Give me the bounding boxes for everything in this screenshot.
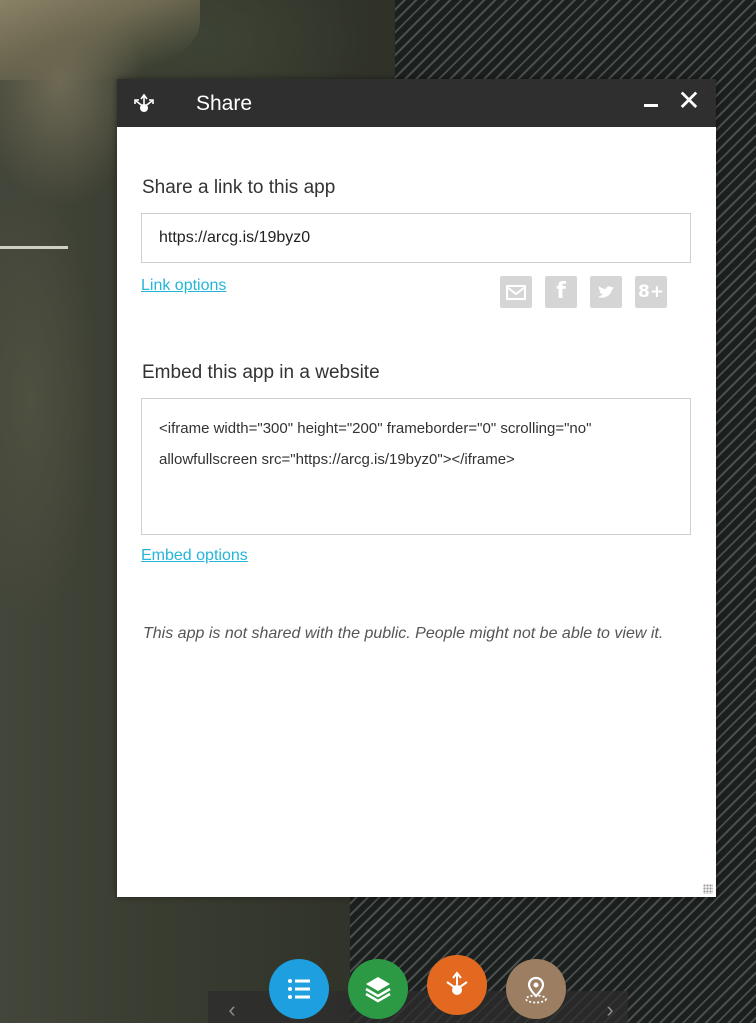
google-plus-icon: 8+ [637,282,665,302]
sharing-notice: This app is not shared with the public. … [143,625,664,642]
list-icon [288,979,310,999]
facebook-icon: f [556,279,566,304]
previous-page-button[interactable]: ‹ [222,997,242,1023]
link-options-link[interactable]: Link options [141,277,226,295]
embed-options-link[interactable]: Embed options [141,547,248,565]
panel-title: Share [196,92,253,115]
location-icon [525,976,547,1004]
close-button[interactable]: ✕ [676,87,702,115]
link-input-box [141,213,691,263]
pier-line [0,246,68,249]
email-icon [506,285,526,300]
next-page-button[interactable]: › [600,997,620,1023]
share-url-input[interactable] [159,214,659,262]
share-panel: Share ✕ Share a link to this app Link op… [117,79,716,897]
facebook-share-button[interactable]: f [545,276,577,308]
layers-icon [365,977,391,1003]
legend-button[interactable] [269,959,329,1019]
embed-code-text[interactable]: <iframe width="300" height="200" framebo… [159,413,674,475]
embed-heading: Embed this app in a website [142,362,380,383]
map-view[interactable]: Share ✕ Share a link to this app Link op… [0,0,756,1023]
embed-code-box[interactable]: <iframe width="300" height="200" framebo… [141,398,691,535]
share-icon [446,971,468,995]
google-plus-share-button[interactable]: 8+ [635,276,667,308]
minimize-button[interactable] [639,87,665,117]
twitter-share-button[interactable] [590,276,622,308]
resize-handle[interactable] [703,884,713,894]
layers-button[interactable] [348,959,408,1019]
share-link-heading: Share a link to this app [142,177,336,198]
share-button[interactable] [427,955,487,1015]
locate-button[interactable] [506,959,566,1019]
share-icon [134,93,154,112]
twitter-icon [598,286,614,298]
minimize-icon [644,104,658,107]
panel-title-bar[interactable]: Share ✕ [117,79,716,127]
email-share-button[interactable] [500,276,532,308]
